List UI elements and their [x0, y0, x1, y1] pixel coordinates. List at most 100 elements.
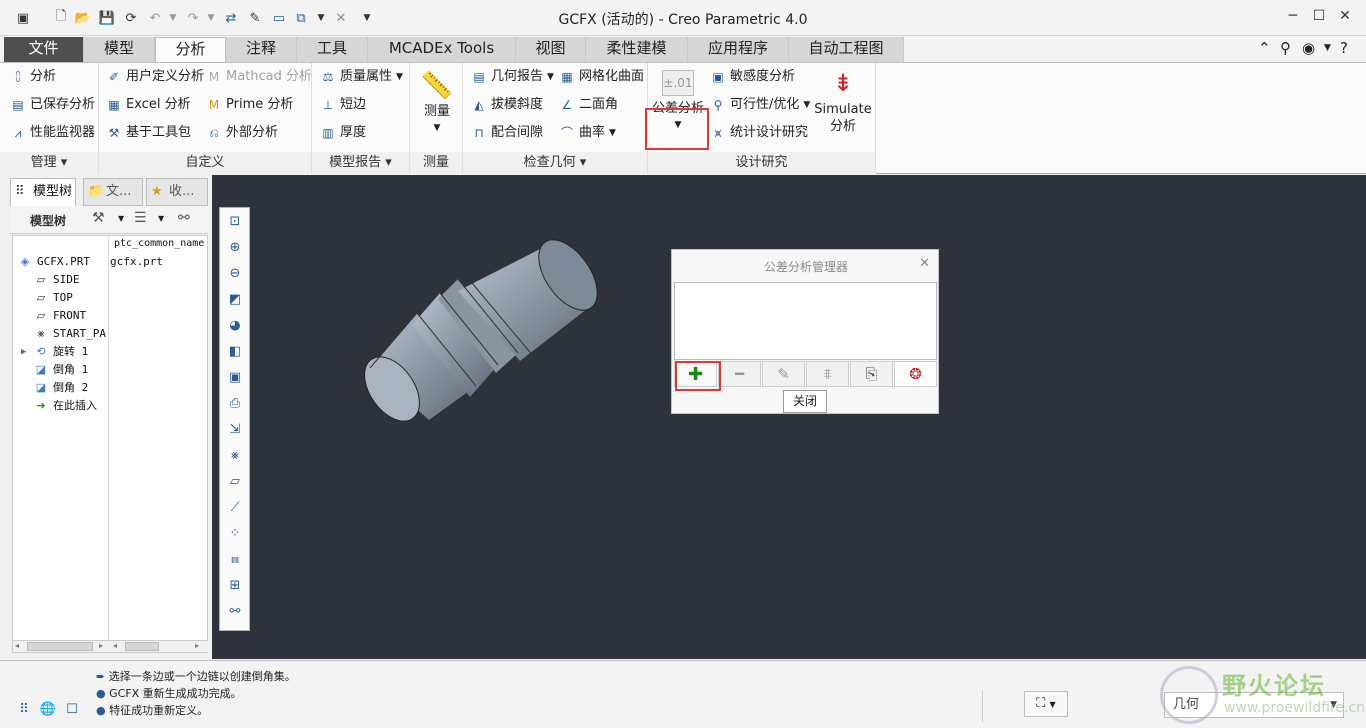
mesh-surface-button[interactable]: ▦ 网格化曲面 — [559, 66, 644, 88]
remove-button[interactable]: ━ — [718, 361, 761, 387]
csys-display-icon[interactable]: ⨳ — [224, 444, 246, 466]
collapse-ribbon-icon[interactable]: ⌃ — [1258, 39, 1271, 57]
tree-item-chamfer-1[interactable]: ◪ 倒角 1 — [33, 361, 88, 379]
excel-analysis-button[interactable]: ▦ Excel 分析 — [106, 94, 190, 116]
refit-icon[interactable]: ⊡ — [224, 210, 246, 232]
graphics-window[interactable] — [212, 175, 1366, 659]
saved-orientations-icon[interactable]: ◧ — [224, 340, 246, 362]
tab-analysis[interactable]: 分析 — [155, 37, 226, 62]
help-button[interactable]: ❂ — [894, 361, 937, 387]
connection-icon[interactable]: ⚯ — [224, 600, 246, 622]
scroll-thumb[interactable] — [27, 642, 93, 651]
axis-display-icon[interactable]: ⟋ — [224, 496, 246, 518]
saved-analysis-button[interactable]: ▤ 已保存分析 — [10, 94, 95, 116]
toolkit-based-button[interactable]: ⚒ 基于工具包 — [106, 122, 191, 144]
plane-display-icon[interactable]: ▱ — [224, 470, 246, 492]
display-style-icon[interactable]: ◕ — [224, 314, 246, 336]
close-icon[interactable]: ✕ — [1334, 8, 1356, 28]
annotation-display-icon[interactable]: ⇲ — [224, 418, 246, 440]
spin-center-icon[interactable]: ⊞ — [224, 574, 246, 596]
close-icon[interactable]: ✕ — [919, 256, 930, 271]
analysis-button[interactable]: ⩇ 分析 — [10, 66, 56, 88]
performance-monitor-button[interactable]: ⩘ 性能监视器 — [10, 122, 95, 144]
tab-folder-browser[interactable]: 📁 文... — [83, 178, 143, 206]
dihedral-angle-button[interactable]: ∠ 二面角 — [559, 94, 618, 116]
toggle-fullscreen-icon[interactable]: ☐ — [62, 699, 82, 719]
maximize-icon[interactable]: ☐ — [1308, 8, 1330, 28]
tab-model[interactable]: 模型 — [84, 37, 155, 62]
external-analysis-button[interactable]: ⎌ 外部分析 — [206, 122, 278, 144]
tree-item-top[interactable]: ▱ TOP — [33, 289, 73, 307]
settings-dropdown-icon[interactable]: ▼ — [118, 214, 124, 223]
scroll-left-icon-2[interactable]: ◂ — [113, 641, 117, 650]
tree-item-part[interactable]: ◈ GCFX.PRT — [17, 253, 90, 271]
view-manager-icon[interactable]: ▣ — [224, 366, 246, 388]
tab-view[interactable]: 视图 — [516, 37, 586, 62]
geometry-report-button[interactable]: ▤ 几何报告 ▼ — [471, 66, 554, 88]
statistical-design-study-button[interactable]: ⩙ 统计设计研究 — [710, 122, 808, 144]
show-icon[interactable]: ☰ — [134, 210, 147, 226]
group-title-inspect-geometry[interactable]: 检查几何 ▾ — [463, 152, 647, 174]
copy-button[interactable]: ⎘ — [850, 361, 893, 387]
tree-item-insert-here[interactable]: ➔ 在此插入 — [33, 397, 97, 415]
zoom-out-icon[interactable]: ⊖ — [224, 262, 246, 284]
search-icon[interactable]: ⚲ — [1280, 39, 1291, 57]
user-defined-analysis-button[interactable]: ✐ 用户定义分析 — [106, 66, 204, 88]
show-dropdown-icon[interactable]: ▼ — [158, 214, 164, 223]
analysis-list[interactable] — [674, 282, 937, 360]
toggle-navigator-icon[interactable]: ⠿ — [14, 699, 34, 719]
tree-item-front[interactable]: ▱ FRONT — [33, 307, 86, 325]
measure-button[interactable]: ⩨ — [806, 361, 849, 387]
scroll-left-icon[interactable]: ◂ — [15, 641, 19, 650]
short-edge-button[interactable]: ⊥ 短边 — [320, 94, 366, 116]
help-icon[interactable]: ? — [1340, 39, 1348, 57]
scroll-right-icon-2[interactable]: ▸ — [195, 641, 199, 650]
tab-annotate[interactable]: 注释 — [226, 37, 297, 62]
tab-tools[interactable]: 工具 — [297, 37, 368, 62]
prime-analysis-button[interactable]: M Prime 分析 — [206, 94, 294, 116]
zoom-in-icon[interactable]: ⊕ — [224, 236, 246, 258]
sensitivity-analysis-button[interactable]: ▣ 敏感度分析 — [710, 66, 795, 88]
tree-item-chamfer-2[interactable]: ◪ 倒角 2 — [33, 379, 88, 397]
tab-flexible-modeling[interactable]: 柔性建模 — [586, 37, 688, 62]
expand-revolve-icon[interactable]: ▶ — [21, 343, 26, 361]
help-dropdown-icon[interactable]: ▼ — [1324, 43, 1331, 53]
shaft-model[interactable] — [212, 175, 1366, 659]
measure-button[interactable]: 📏 测量 ▼ — [414, 69, 460, 137]
thickness-button[interactable]: ▥ 厚度 — [320, 122, 366, 144]
scroll-thumb-2[interactable] — [125, 642, 159, 651]
csys-toggle-icon[interactable]: ⩎ — [224, 548, 246, 570]
repaint-icon[interactable]: ◩ — [224, 288, 246, 310]
tab-file[interactable]: 文件 — [4, 37, 84, 62]
mathcad-analysis-button[interactable]: M Mathcad 分析 — [206, 66, 312, 88]
perspective-icon[interactable]: ⎙ — [224, 392, 246, 414]
group-title-model-report[interactable]: 模型报告 ▾ — [312, 152, 409, 174]
tree-item-revolve[interactable]: ⟲ 旋转 1 — [33, 343, 88, 361]
community-icon[interactable]: ◉ — [1302, 39, 1315, 57]
tree-horizontal-scrollbar[interactable]: ◂ ▸ ◂ ▸ — [13, 640, 208, 652]
draft-button[interactable]: ◭ 拔模斜度 — [471, 94, 543, 116]
scroll-right-icon[interactable]: ▸ — [99, 641, 103, 650]
feasibility-optimization-button[interactable]: ⚲ 可行性/优化 ▼ — [710, 94, 811, 116]
tree-item-csys[interactable]: ⨳ START_PA — [33, 325, 106, 343]
tree-item-side[interactable]: ▱ SIDE — [33, 271, 80, 289]
edit-button[interactable]: ✎ — [762, 361, 805, 387]
simulate-analysis-button[interactable]: ⇟ Simulate 分析 — [814, 67, 872, 135]
group-title-manage[interactable]: 管理 ▾ — [0, 152, 98, 174]
close-button[interactable]: 关闭 — [783, 390, 827, 413]
mating-clearance-button[interactable]: ⊓ 配合间隙 — [471, 122, 543, 144]
minimize-icon[interactable]: ─ — [1282, 8, 1304, 28]
curvature-button[interactable]: ⌒ 曲率 ▼ — [559, 122, 616, 144]
selection-filter[interactable]: 几何 ▼ — [1164, 692, 1344, 718]
tab-favorites[interactable]: ★ 收... — [146, 178, 208, 206]
tab-mcadex-tools[interactable]: MCADEx Tools — [368, 37, 516, 62]
mass-properties-button[interactable]: ⚖ 质量属性 ▼ — [320, 66, 403, 88]
find-button[interactable]: ⛶ ▼ — [1024, 691, 1068, 717]
tab-applications[interactable]: 应用程序 — [688, 37, 789, 62]
tab-auto-drawing[interactable]: 自动工程图 — [789, 37, 904, 62]
point-display-icon[interactable]: ⁘ — [224, 522, 246, 544]
toggle-browser-icon[interactable]: 🌐 — [38, 699, 58, 719]
filter-icon[interactable]: ⚯ — [178, 210, 190, 226]
tab-model-tree[interactable]: ⠿ 模型树 — [10, 178, 76, 206]
settings-icon[interactable]: ⚒ — [92, 210, 105, 226]
